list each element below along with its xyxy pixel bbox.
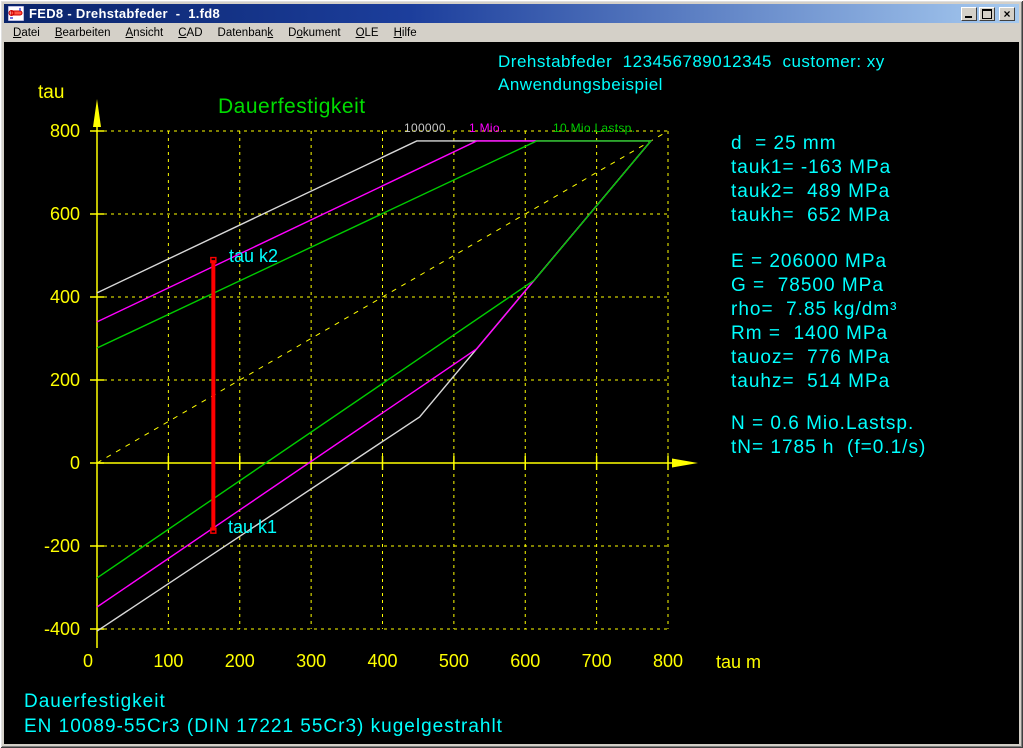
maximize-icon (982, 9, 992, 19)
menu-item-ole[interactable]: OLE (356, 27, 379, 39)
menu-item-cad[interactable]: CAD (178, 27, 202, 39)
minimize-button[interactable] (961, 7, 977, 21)
app-icon (8, 6, 24, 21)
window-controls: × (961, 7, 1015, 21)
menu-item-datei[interactable]: Datei (13, 27, 40, 39)
minimize-icon (965, 16, 972, 18)
maximize-button[interactable] (979, 7, 995, 21)
title-bar[interactable]: FED8 - Drehstabfeder - 1.fd8 × (4, 4, 1019, 23)
chart-canvas (4, 42, 1019, 744)
close-button[interactable]: × (999, 7, 1015, 21)
menu-item-bearbeiten[interactable]: Bearbeiten (55, 27, 111, 39)
app-window: FED8 - Drehstabfeder - 1.fd8 × Datei Bea… (0, 0, 1023, 748)
menu-bar: Datei Bearbeiten Ansicht CAD Datenbank D… (4, 23, 1019, 42)
close-icon: × (1003, 9, 1010, 19)
menu-item-dokument[interactable]: Dokument (288, 27, 340, 39)
window-title: FED8 - Drehstabfeder - 1.fd8 (29, 6, 961, 21)
menu-item-hilfe[interactable]: Hilfe (394, 27, 417, 39)
menu-item-ansicht[interactable]: Ansicht (126, 27, 164, 39)
menu-item-datenbank[interactable]: Datenbank (218, 27, 274, 39)
